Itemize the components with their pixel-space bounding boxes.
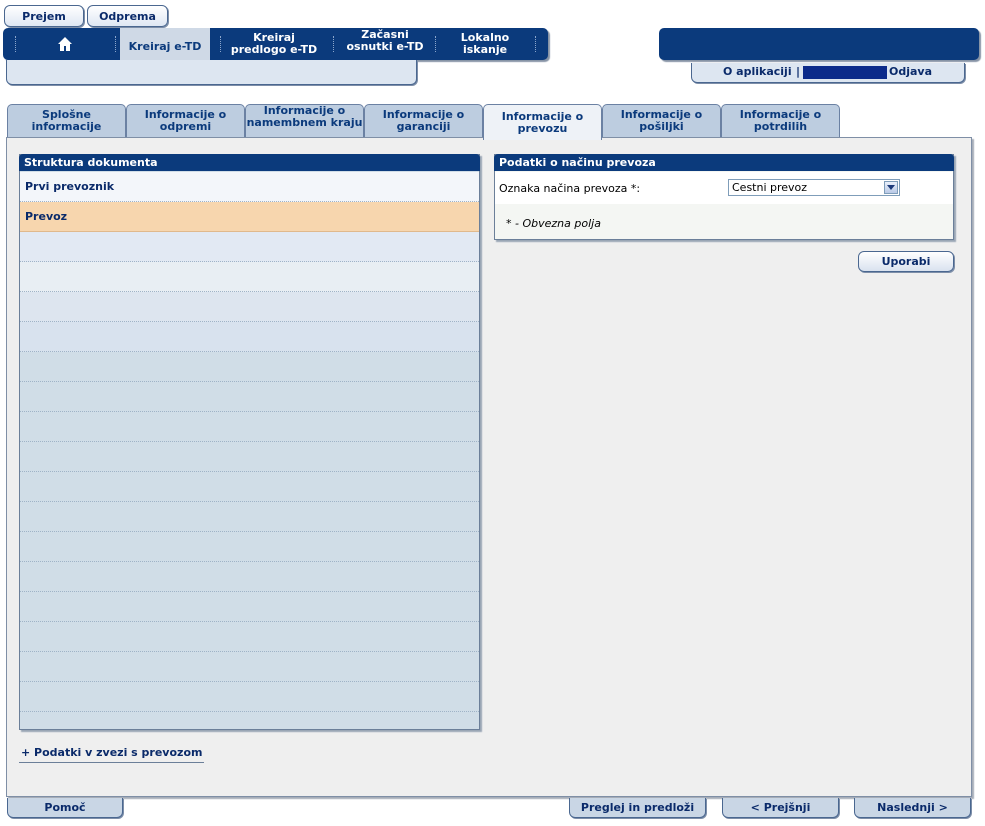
structure-empty-row xyxy=(20,472,479,502)
review-submit-button[interactable]: Preglej in predloži xyxy=(569,798,706,818)
structure-empty-row xyxy=(20,622,479,652)
tab-informacije-o-posiljki[interactable]: Informacije o pošiljki xyxy=(602,104,721,137)
previous-button[interactable]: < Prejšnji xyxy=(722,798,839,818)
tab-informacije-o-odpremi[interactable]: Informacije o odpremi xyxy=(126,104,245,137)
nav-item-kreiraj-predlogo[interactable]: Kreiraj predlogo e-TD xyxy=(225,28,323,60)
nav-separator xyxy=(15,36,17,52)
nav-item-zacasni-osnutki[interactable]: Začasni osnutki e-TD xyxy=(343,28,427,61)
main-nav: Kreiraj e-TD Kreiraj predlogo e-TD Začas… xyxy=(3,28,548,66)
next-button[interactable]: Naslednji > xyxy=(854,798,971,818)
nav-separator xyxy=(435,36,437,52)
structure-item-prvi-prevoznik[interactable]: Prvi prevoznik xyxy=(20,172,479,202)
structure-empty-row xyxy=(20,532,479,562)
structure-empty-row xyxy=(20,682,479,712)
chevron-down-icon[interactable] xyxy=(884,181,898,194)
tab-informacije-o-prevozu[interactable]: Informacije o prevozu xyxy=(483,104,602,140)
about-link[interactable]: O aplikaciji xyxy=(723,65,792,78)
structure-item-label: Prevoz xyxy=(25,210,68,223)
username-badge xyxy=(803,66,887,79)
nav-subbar xyxy=(6,60,417,85)
home-icon xyxy=(58,37,72,51)
structure-empty-row xyxy=(20,562,479,592)
structure-panel: Prvi prevoznik Prevoz xyxy=(19,154,480,730)
transport-mode-value: Cestni prevoz xyxy=(732,181,808,194)
tab-informacije-o-potrdilih[interactable]: Informacije o potrdilih xyxy=(721,104,840,137)
user-bar-separator: | xyxy=(796,65,801,78)
structure-item-label: Prvi prevoznik xyxy=(25,180,115,193)
structure-empty-row xyxy=(20,382,479,412)
tab-informacije-o-namembnem-kraju[interactable]: Informacije o namembnem kraju xyxy=(245,104,364,137)
tab-informacije-o-garanciji[interactable]: Informacije o garanciji xyxy=(364,104,483,137)
structure-panel-title: Struktura dokumenta xyxy=(19,154,480,171)
required-fields-note: * - Obvezna polja xyxy=(506,217,601,230)
prejem-button[interactable]: Prejem xyxy=(4,5,84,27)
structure-empty-row xyxy=(20,352,479,382)
header-right-bar xyxy=(659,28,979,60)
nav-separator xyxy=(115,36,117,52)
transport-mode-label: Oznaka načina prevoza *: xyxy=(499,182,641,195)
transport-mode-select[interactable]: Cestni prevoz xyxy=(728,179,900,196)
structure-empty-row xyxy=(20,652,479,682)
help-button[interactable]: Pomoč xyxy=(7,798,123,818)
structure-empty-row xyxy=(20,292,479,322)
structure-empty-row xyxy=(20,592,479,622)
nav-item-lokalno-iskanje[interactable]: Lokalno iskanje xyxy=(445,28,525,60)
transport-mode-panel-title: Podatki o načinu prevoza xyxy=(494,154,954,171)
structure-empty-row xyxy=(20,322,479,352)
structure-empty-row xyxy=(20,232,479,262)
structure-empty-row xyxy=(20,412,479,442)
nav-separator xyxy=(220,36,222,52)
structure-empty-row xyxy=(20,502,479,532)
nav-separator xyxy=(333,36,335,52)
user-bar: O aplikaciji | Odjava xyxy=(691,63,965,83)
structure-item-prevoz[interactable]: Prevoz xyxy=(20,202,479,232)
structure-empty-row xyxy=(20,262,479,292)
odprema-button[interactable]: Odprema xyxy=(87,5,168,27)
tab-splosne-informacije[interactable]: Splošne informacije xyxy=(7,104,126,137)
add-transport-data-link[interactable]: + Podatki v zvezi s prevozom xyxy=(19,742,205,763)
nav-separator xyxy=(535,36,537,52)
structure-empty-row xyxy=(20,442,479,472)
home-nav-item[interactable] xyxy=(25,28,105,60)
apply-button[interactable]: Uporabi xyxy=(858,251,954,272)
logout-link[interactable]: Odjava xyxy=(889,65,932,78)
